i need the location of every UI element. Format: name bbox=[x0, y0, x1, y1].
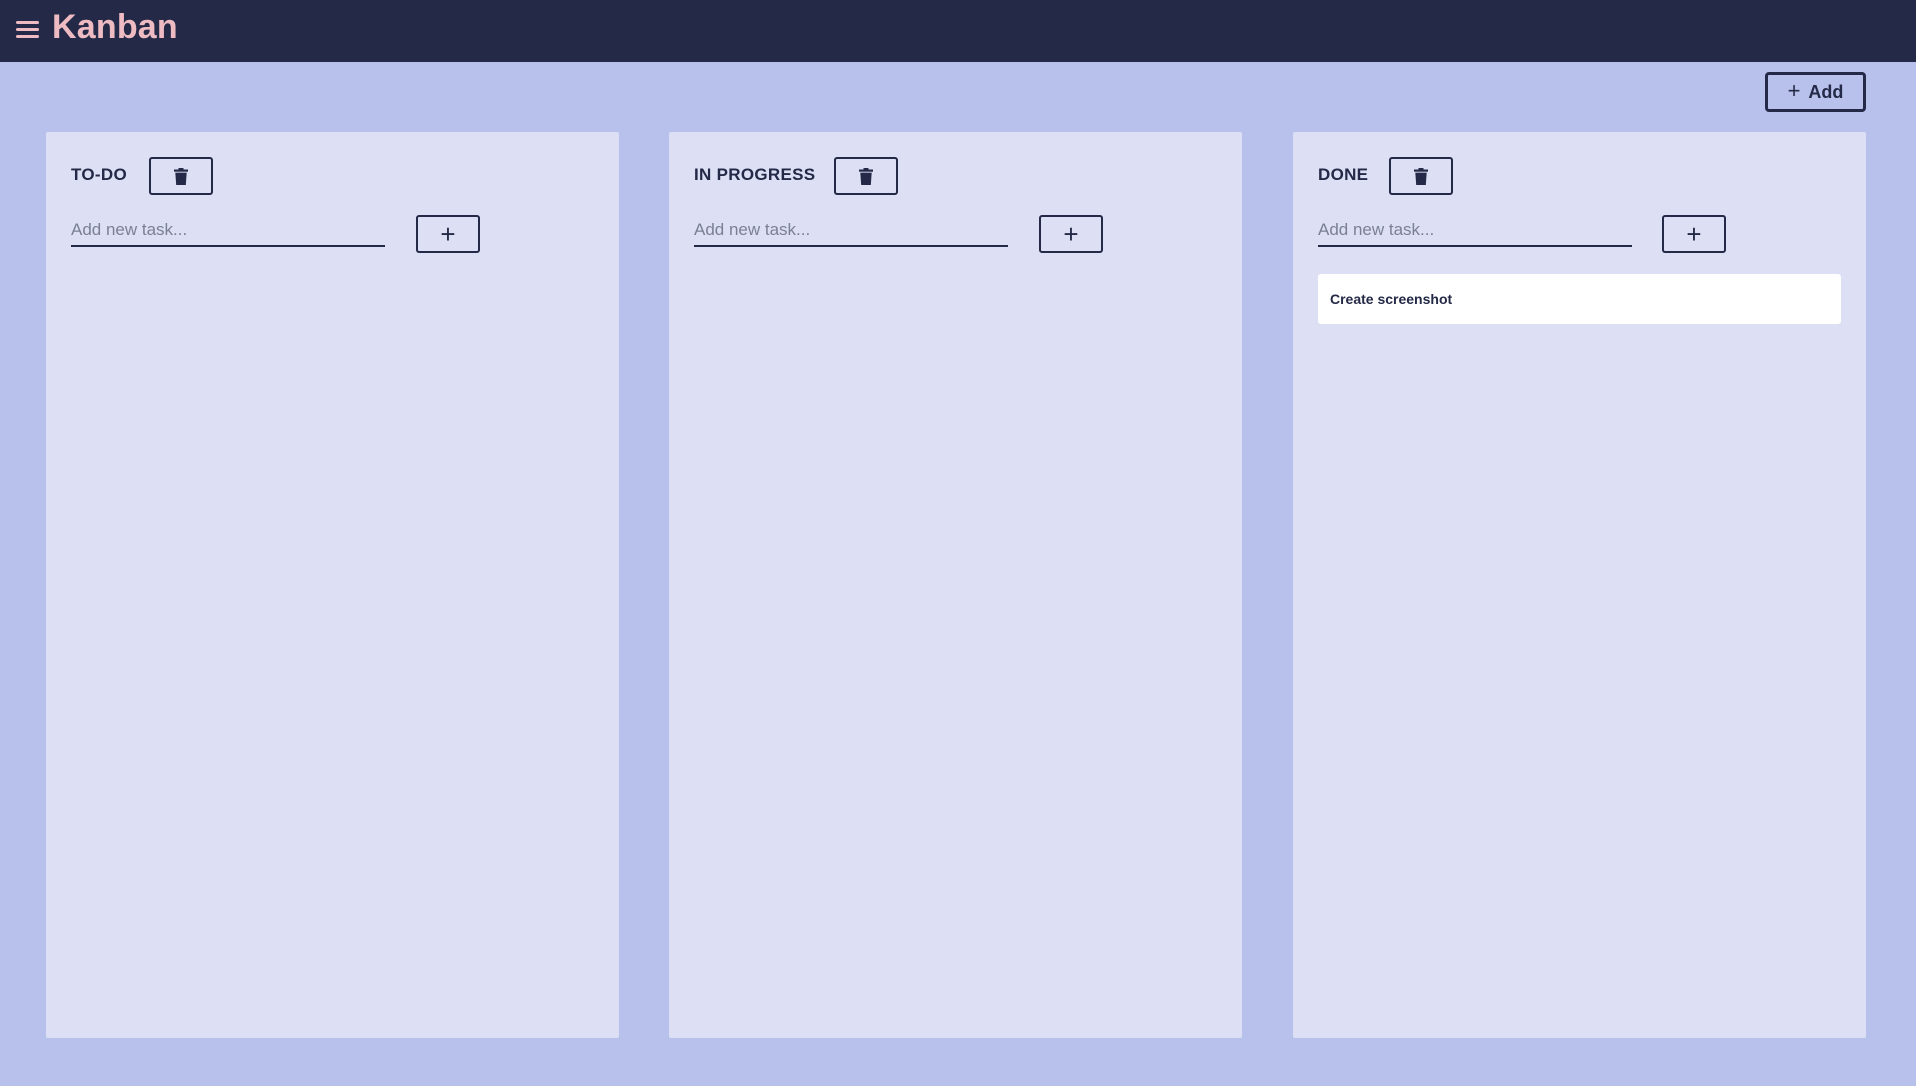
column-todo: TO-DO + bbox=[46, 132, 619, 1038]
hamburger-menu-icon[interactable] bbox=[14, 19, 40, 41]
new-task-input[interactable] bbox=[1318, 215, 1632, 247]
app-title: Kanban bbox=[52, 8, 178, 46]
add-task-button[interactable]: + bbox=[416, 215, 480, 253]
trash-icon bbox=[1414, 167, 1428, 185]
top-bar: Kanban bbox=[0, 0, 1916, 62]
task-card[interactable]: Create screenshot bbox=[1318, 274, 1841, 324]
add-column-button[interactable]: + Add bbox=[1765, 72, 1866, 112]
delete-column-button[interactable] bbox=[834, 157, 898, 195]
column-title: DONE bbox=[1318, 165, 1369, 184]
plus-icon: + bbox=[1787, 78, 1801, 103]
column-in-progress: IN PROGRESS + bbox=[669, 132, 1242, 1038]
column-title: TO-DO bbox=[71, 165, 127, 184]
column-done: DONE + Create screenshot bbox=[1293, 132, 1866, 1038]
trash-icon bbox=[859, 167, 873, 185]
column-title: IN PROGRESS bbox=[694, 165, 816, 184]
delete-column-button[interactable] bbox=[1389, 157, 1453, 195]
new-task-input[interactable] bbox=[694, 215, 1008, 247]
delete-column-button[interactable] bbox=[149, 157, 213, 195]
add-button-label: Add bbox=[1808, 81, 1844, 102]
add-task-button[interactable]: + bbox=[1039, 215, 1103, 253]
new-task-input[interactable] bbox=[71, 215, 385, 247]
add-task-button[interactable]: + bbox=[1662, 215, 1726, 253]
trash-icon bbox=[174, 167, 188, 185]
